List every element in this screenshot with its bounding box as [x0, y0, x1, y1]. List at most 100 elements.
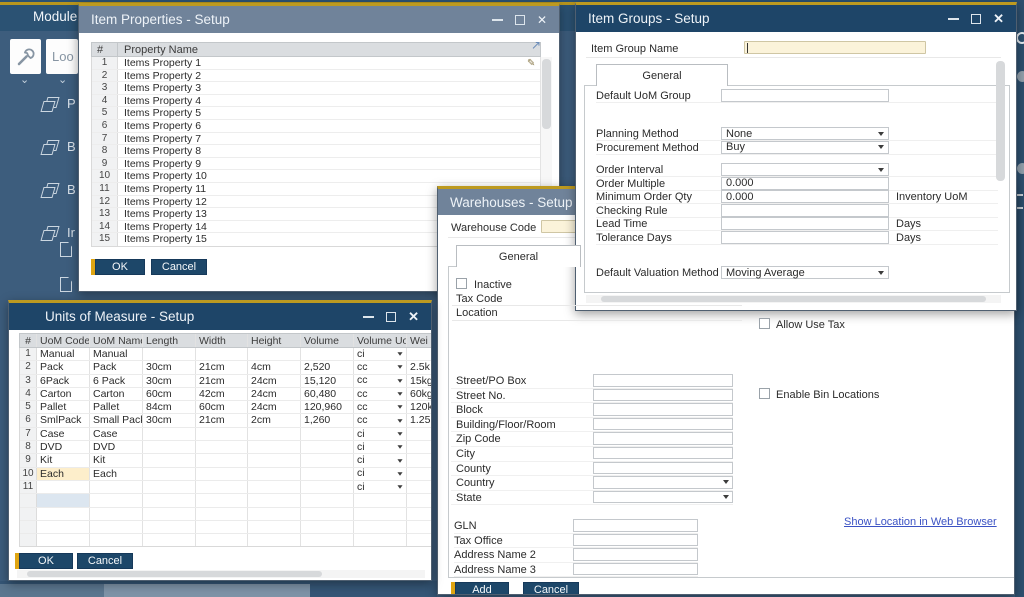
minimize-icon[interactable]: [363, 316, 374, 318]
scrollbar-thumb[interactable]: [601, 296, 986, 302]
horizontal-scrollbar[interactable]: [586, 295, 1001, 303]
property-name-cell[interactable]: Items Property 9: [118, 158, 540, 170]
property-name-cell[interactable]: Items Property 6: [118, 120, 540, 132]
property-name-cell[interactable]: Items Property 7: [118, 133, 540, 145]
height-cell[interactable]: [248, 441, 301, 453]
property-name-cell[interactable]: Items Property 5: [118, 107, 540, 119]
uom-name-cell[interactable]: 6 Pack: [90, 375, 143, 387]
weight-cell[interactable]: 120k: [407, 401, 432, 413]
volume-cell[interactable]: 60,480: [301, 388, 354, 400]
ok-button[interactable]: OK: [95, 259, 145, 275]
uom-row[interactable]: 10 Each Each ci: [20, 468, 432, 481]
height-cell[interactable]: [248, 481, 301, 493]
length-cell[interactable]: [143, 468, 196, 480]
ok-button[interactable]: OK: [19, 553, 73, 569]
width-cell[interactable]: 42cm: [196, 388, 248, 400]
property-row[interactable]: 9 Items Property 9: [92, 158, 540, 171]
uom-name-cell[interactable]: Case: [90, 428, 143, 440]
maximize-icon[interactable]: [386, 312, 396, 322]
property-name-cell[interactable]: Items Property 3: [118, 82, 540, 94]
volume-uom-cell[interactable]: cc: [354, 414, 407, 426]
width-cell[interactable]: 60cm: [196, 401, 248, 413]
uom-code-cell[interactable]: Kit: [37, 454, 90, 466]
valuation-method-select[interactable]: Moving Average: [721, 266, 889, 279]
procurement-method-select[interactable]: Buy: [721, 141, 889, 154]
default-uom-group-input[interactable]: [721, 89, 889, 102]
order-interval-select[interactable]: [721, 163, 889, 176]
sidebar-module-item[interactable]: B: [42, 139, 76, 154]
height-cell[interactable]: 24cm: [248, 375, 301, 387]
uom-code-cell[interactable]: Manual: [37, 348, 90, 360]
uom-code-cell[interactable]: SmlPack: [37, 414, 90, 426]
volume-cell[interactable]: 1,260: [301, 414, 354, 426]
height-cell[interactable]: [248, 468, 301, 480]
minimize-icon[interactable]: [948, 18, 959, 20]
uom-name-cell[interactable]: Kit: [90, 454, 143, 466]
width-cell[interactable]: [196, 348, 248, 360]
property-name-cell[interactable]: Items Property 10: [118, 170, 540, 182]
uom-row[interactable]: 2 Pack Pack 30cm 21cm 4cm 2,520 cc 2.5k: [20, 361, 432, 374]
property-row[interactable]: 2 Items Property 2: [92, 70, 540, 83]
property-row[interactable]: 7 Items Property 7: [92, 133, 540, 146]
uom-code-cell[interactable]: 6Pack: [37, 375, 90, 387]
height-cell[interactable]: 24cm: [248, 401, 301, 413]
enable-bin-locations-checkbox[interactable]: [759, 388, 770, 399]
horizontal-scrollbar[interactable]: [17, 570, 425, 578]
close-icon[interactable]: ✕: [408, 312, 419, 322]
allow-use-tax-checkbox[interactable]: [759, 318, 770, 329]
width-cell[interactable]: 21cm: [196, 375, 248, 387]
volume-cell[interactable]: [301, 454, 354, 466]
weight-cell[interactable]: 2.5k: [407, 361, 432, 373]
volume-uom-cell[interactable]: ci: [354, 481, 407, 493]
uom-row[interactable]: 1 Manual Manual ci: [20, 348, 432, 361]
uom-name-cell[interactable]: Small Pack: [90, 414, 143, 426]
length-cell[interactable]: 30cm: [143, 361, 196, 373]
minimum-order-qty-input[interactable]: 0.000: [721, 190, 889, 203]
weight-cell[interactable]: [407, 454, 432, 466]
weight-cell[interactable]: [407, 348, 432, 360]
maximize-icon[interactable]: [971, 14, 981, 24]
field-input[interactable]: [573, 563, 698, 576]
volume-cell[interactable]: [301, 481, 354, 493]
uom-code-cell[interactable]: Case: [37, 428, 90, 440]
order-multiple-input[interactable]: 0.000: [721, 177, 889, 190]
width-cell[interactable]: 21cm: [196, 414, 248, 426]
cancel-button[interactable]: Cancel: [151, 259, 207, 275]
property-name-cell[interactable]: Items Property 4: [118, 95, 540, 107]
uom-name-cell[interactable]: Manual: [90, 348, 143, 360]
uom-row[interactable]: 9 Kit Kit ci: [20, 454, 432, 467]
length-cell[interactable]: 30cm: [143, 414, 196, 426]
scrollbar-thumb[interactable]: [27, 571, 322, 577]
uom-row[interactable]: 7 Case Case ci: [20, 428, 432, 441]
height-cell[interactable]: [248, 454, 301, 466]
tolerance-days-input[interactable]: [721, 231, 889, 244]
volume-uom-cell[interactable]: ci: [354, 454, 407, 466]
field-input[interactable]: [593, 403, 733, 416]
uom-row[interactable]: 3 6Pack 6 Pack 30cm 21cm 24cm 15,120 cc …: [20, 375, 432, 388]
show-location-link[interactable]: Show Location in Web Browser: [844, 516, 997, 528]
uom-row[interactable]: 8 DVD DVD ci: [20, 441, 432, 454]
sidebar-module-item[interactable]: Ir: [42, 225, 75, 240]
item-groups-titlebar[interactable]: Item Groups - Setup ✕: [576, 5, 1016, 32]
vertical-scrollbar-thumb[interactable]: [996, 61, 1005, 181]
property-row[interactable]: 1 Items Property 1: [92, 57, 540, 70]
volume-uom-cell[interactable]: cc: [354, 375, 407, 387]
lead-time-input[interactable]: [721, 217, 889, 230]
property-name-cell[interactable]: Items Property 8: [118, 145, 540, 157]
weight-cell[interactable]: 15kg: [407, 375, 432, 387]
length-cell[interactable]: [143, 441, 196, 453]
length-cell[interactable]: [143, 481, 196, 493]
volume-uom-cell[interactable]: cc: [354, 401, 407, 413]
length-cell[interactable]: 84cm: [143, 401, 196, 413]
field-input[interactable]: [593, 447, 733, 460]
uom-code-cell[interactable]: [37, 481, 90, 493]
uom-row[interactable]: 11 ci: [20, 481, 432, 494]
height-cell[interactable]: 4cm: [248, 361, 301, 373]
volume-cell[interactable]: 120,960: [301, 401, 354, 413]
uom-name-cell[interactable]: [90, 481, 143, 493]
length-cell[interactable]: 60cm: [143, 388, 196, 400]
uom-code-cell[interactable]: Carton: [37, 388, 90, 400]
cancel-button[interactable]: Cancel: [77, 553, 133, 569]
uom-row[interactable]: 4 Carton Carton 60cm 42cm 24cm 60,480 cc…: [20, 388, 432, 401]
cancel-button[interactable]: Cancel: [523, 582, 579, 595]
